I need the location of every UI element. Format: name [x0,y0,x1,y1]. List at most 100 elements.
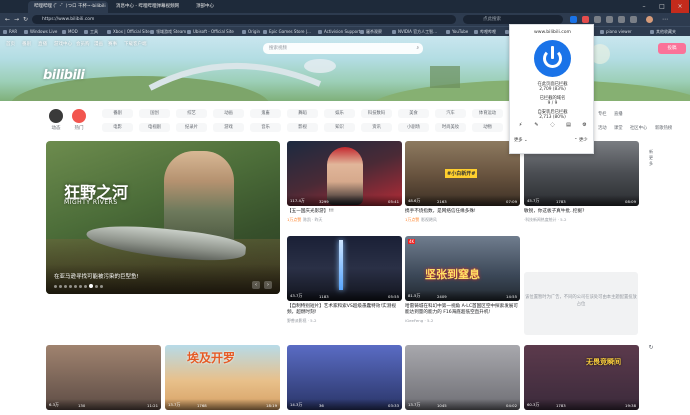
nav-events[interactable]: 赛事 [108,41,117,47]
hot-entry[interactable]: 热门 [70,109,88,131]
extension-icon[interactable] [582,16,589,23]
nav-live[interactable]: 直播 [38,41,47,47]
carousel-dot[interactable] [74,285,77,288]
refresh-icon[interactable]: ↻ [646,344,656,351]
video-thumbnail[interactable]: 埃及开罗 13.7万 1768 18:19 [165,345,280,410]
video-thumbnail[interactable]: 43.7万 1183 05:55 [287,236,402,301]
url-input[interactable]: https://www.bilibili.com [32,15,456,24]
eyedropper-icon[interactable]: ✎ [532,121,541,130]
more-button[interactable]: 更多 ⌄ [514,137,528,143]
reload-icon[interactable]: ↻ [21,15,30,24]
carousel-dot[interactable] [84,285,87,288]
minimize-icon[interactable]: – [635,0,653,13]
side-link[interactable]: 社区中心 [630,125,647,131]
menu-icon[interactable]: ⋯ [662,16,669,23]
tab-message-center[interactable]: 消息中心 - 哔哩哔哩弹幕视频网 [110,1,188,13]
category-chip[interactable]: 国创 [139,109,170,118]
category-chip[interactable]: 番剧 [102,109,133,118]
featured-carousel[interactable]: 狂野之河 MIGHTY RIVERS 在亚马逊寻找可能被污染的巨型鱼! ‹ › [46,141,280,294]
chat-icon[interactable]: ◌ [548,121,557,130]
bookmark-item[interactable]: 屠杀观察 [360,28,382,36]
video-meta[interactable]: 野兽派影视 · 5-2 [287,318,402,324]
browser-search-input[interactable]: 点此搜索 [463,15,563,24]
extension-icon[interactable] [594,16,601,23]
category-chip[interactable]: 电视剧 [139,123,170,132]
video-card[interactable]: 43.7万 1183 05:55 【自制特别短片】艺术家和索VS超级愚蠢特效!实测视… [287,236,402,324]
tab-bilibili[interactable]: 哔哩哔哩 (゜-゜)つロ 干杯~-bilibili [28,1,108,13]
category-chip[interactable]: 汽车 [435,109,466,118]
bookmark-item[interactable]: YouTube [446,28,468,36]
bilibili-search-input[interactable]: 搜索视频 ⌕ [263,43,423,54]
refresh-feed-button[interactable]: 新 更 多 [646,149,656,167]
video-card[interactable]: 无畏竞瞬间 60.3万 1783 19:38 [524,345,639,410]
category-chip[interactable]: 时尚美妆 [435,123,466,132]
video-title[interactable]: 【自制特别短片】艺术家和索VS超级愚蠢特效!实测视频，超燃时刻! [287,304,402,316]
bookmark-item[interactable]: NVIDIA 官方人工智... [392,28,437,36]
video-thumbnail[interactable]: 13.7万 1045 04:02 [405,345,520,410]
category-chip[interactable]: 影视 [287,123,318,132]
extension-icon[interactable] [606,16,613,23]
carousel-dot[interactable] [100,285,103,288]
carousel-dot[interactable] [59,285,62,288]
chevron-right-icon[interactable]: › [264,281,272,289]
carousel-dot[interactable] [69,285,72,288]
video-thumbnail[interactable]: 无畏竞瞬间 60.3万 1783 19:38 [524,345,639,410]
category-chip[interactable]: 娱乐 [324,109,355,118]
bookmark-item[interactable]: Activision Support [318,28,360,36]
bookmark-item[interactable]: Epic Games Store |... [263,28,311,36]
nav-home[interactable]: 首页 [6,41,15,47]
carousel-dot[interactable] [79,285,82,288]
extension-icon[interactable] [630,16,637,23]
settings-icon[interactable]: ⚙ [580,121,589,130]
video-thumbnail[interactable]: #小白新开# 48.6万 2163 07:09 [405,141,520,206]
side-link[interactable]: 活动 [598,125,607,131]
category-chip[interactable]: 纪录片 [176,123,207,132]
video-card[interactable]: 埃及开罗 13.7万 1768 18:19 [165,345,280,410]
video-title[interactable]: 携手不烧指数，是网络信任缘多殊! [405,209,520,215]
carousel-caption[interactable]: 在亚马逊寻找可能被污染的巨型鱼! [54,272,139,280]
nav-vip-shop[interactable]: 会员购 [76,41,90,47]
category-chip[interactable]: 鬼畜 [250,109,281,118]
extension-icon[interactable] [618,16,625,23]
power-toggle-icon[interactable] [534,40,571,77]
video-thumbnail[interactable]: 6.3万 130 11:21 [46,345,161,410]
category-chip[interactable]: 动画 [213,109,244,118]
video-card[interactable]: 117.4万 3299 05:41 【五一国庆光影游】!!! 1万点赞 陈凯 · 昨天 [287,141,402,223]
side-link[interactable]: 专栏 [598,111,607,117]
bookmark-item[interactable]: piano viewer [600,28,632,36]
bookmark-item[interactable]: 哔哩哔哩 [474,28,496,36]
category-chip[interactable]: 舞蹈 [287,109,318,118]
upload-button[interactable]: 投稿 [658,43,686,54]
nav-anime[interactable]: 番剧 [22,41,31,47]
bookmark-item[interactable]: Xbox | Official Site [107,28,150,36]
video-meta[interactable]: 1万点赞 陈凯 · 昨天 [287,217,402,223]
nav-game-center[interactable]: 游戏中心 [54,41,72,47]
category-chip[interactable]: 资讯 [361,123,392,132]
bookmark-item[interactable]: 其他收藏夹 [650,28,676,36]
close-window-icon[interactable]: × [671,0,689,13]
video-title[interactable]: 【五一国庆光影游】!!! [287,209,402,215]
back-icon[interactable]: ← [3,15,12,24]
extension-icon[interactable] [570,16,577,23]
bookmark-item[interactable]: MOD [62,28,78,36]
carousel-dot[interactable] [54,285,57,288]
profile-avatar[interactable] [646,16,653,23]
video-meta[interactable]: ·科技新闻热度统计 · 5-2 [524,217,639,223]
nav-download[interactable]: 下载客户端 [124,41,147,47]
video-thumbnail[interactable]: 117.4万 3299 05:41 [287,141,402,206]
category-chip[interactable]: 电影 [102,123,133,132]
category-chip[interactable]: 动物 [472,123,503,132]
video-thumbnail[interactable]: 坚张到窒息 4K 81.5万 2409 14:55 [405,236,520,301]
category-chip[interactable]: 知识 [324,123,355,132]
video-card[interactable]: 14.3万 36 03:33 [287,345,402,410]
video-meta[interactable]: iGeeFeng · 5-2 [405,318,520,323]
side-link[interactable]: 直播 [614,111,623,117]
video-card[interactable]: #小白新开# 48.6万 2163 07:09 携手不烧指数，是网络信任缘多殊! 1… [405,141,520,223]
chevron-left-icon[interactable]: ‹ [252,281,260,289]
tab-top-center[interactable]: 顶部中心 [190,1,250,13]
bilibili-logo[interactable]: bilibili [43,68,85,83]
carousel-dot[interactable] [95,285,98,288]
video-thumbnail[interactable]: 14.3万 36 03:33 [287,345,402,410]
carousel-dot[interactable] [89,284,93,288]
bookmark-item[interactable]: Origin [242,28,260,36]
